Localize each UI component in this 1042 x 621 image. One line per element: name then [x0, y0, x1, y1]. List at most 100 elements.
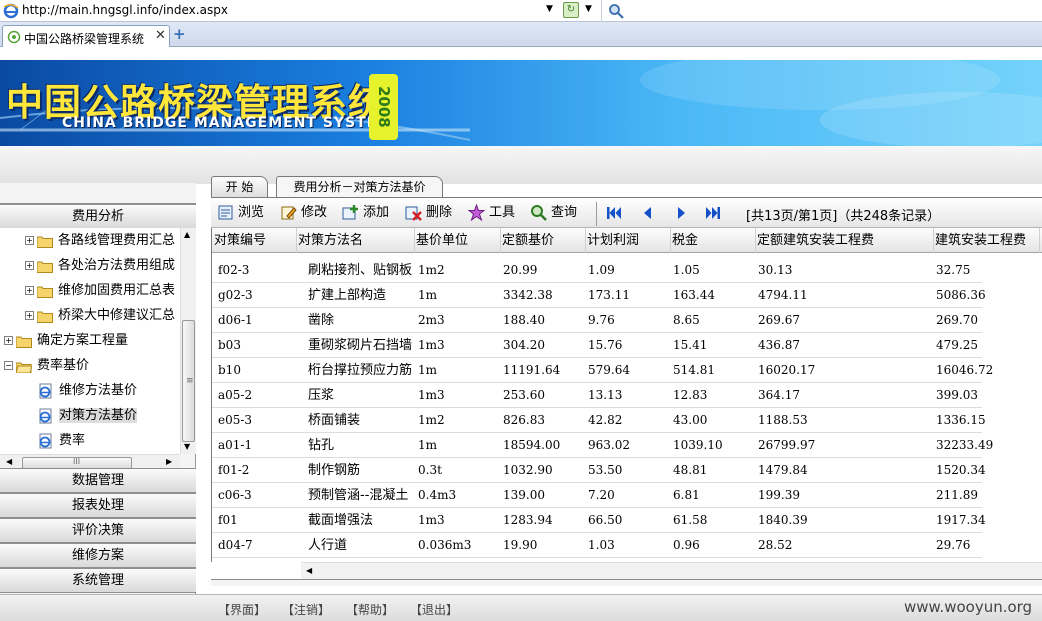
first-page-icon[interactable] — [605, 204, 623, 222]
column-header[interactable]: 税金 — [671, 228, 756, 253]
table-cell: 826.83 — [503, 413, 545, 427]
nav-section[interactable]: 报表处理 — [0, 493, 196, 518]
delete-button[interactable]: 删除 — [405, 204, 452, 222]
column-header[interactable]: 基价单位 — [415, 228, 501, 253]
table-row[interactable]: f01-2 制作钢筋 0.3t 1032.90 53.50 48.81 1479.84 152… — [212, 458, 986, 483]
column-header[interactable]: 对策方法名 — [297, 228, 415, 253]
expand-icon[interactable]: + — [25, 286, 34, 295]
compat-view-icon[interactable]: ↻ — [563, 2, 579, 18]
refresh-dropdown-icon[interactable]: ▼ — [585, 4, 592, 14]
table-row[interactable]: b10 桁台撑拉预应力筋 1m 11191.64 579.64 514.81 16020.1… — [212, 358, 993, 383]
watermark: www.wooyun.org — [904, 598, 1033, 616]
column-header[interactable]: 定额建筑安装工程费 — [756, 228, 934, 253]
browser-tab[interactable]: 中国公路桥梁管理系统 ✕ — [2, 25, 170, 47]
tree-item-label: 确定方案工程量 — [37, 333, 129, 348]
table-cell: 199.39 — [758, 488, 800, 502]
table-cell: 0.96 — [673, 538, 700, 552]
tree-item[interactable]: 对策方法基价 — [38, 406, 138, 426]
collapse-icon[interactable]: − — [4, 361, 13, 370]
column-header[interactable]: 定额基价 — [501, 228, 586, 253]
table-row[interactable]: d04-7 人行道 0.036m3 19.90 1.03 0.96 28.52 29.76 — [212, 533, 982, 558]
table-row[interactable]: c06-3 预制管涵--混凝土 0.4m3 139.00 7.20 6.81 199.39 2… — [212, 483, 982, 508]
column-header[interactable]: 计划利润 — [586, 228, 671, 253]
table-cell: 1283.94 — [503, 513, 553, 527]
table-cell: 1m3 — [418, 513, 445, 527]
table-row[interactable]: b03 重砌浆砌片石挡墙 1m3 304.20 15.76 15.41 436.87 479.… — [212, 333, 982, 358]
table-row[interactable]: d06-1 凿除 2m3 188.40 9.76 8.65 269.67 269.70 — [212, 308, 982, 333]
table-row[interactable]: e05-3 桥面铺装 1m2 826.83 42.82 43.00 1188.53 1336.… — [212, 408, 986, 433]
table-row[interactable]: f01 截面增强法 1m3 1283.94 66.50 61.58 1840.39 1917.… — [212, 508, 986, 533]
table-cell: 32233.49 — [936, 438, 994, 452]
page-icon — [38, 433, 54, 449]
table-cell: d06-1 — [218, 313, 253, 327]
tree-vertical-scrollbar[interactable]: ▲ ≡ ▼ — [180, 228, 196, 454]
scroll-right-icon[interactable]: ▶ — [166, 457, 172, 466]
table-cell: 0.3t — [418, 463, 442, 477]
scroll-up-icon[interactable]: ▲ — [184, 230, 190, 239]
add-button[interactable]: 添加 — [342, 204, 389, 222]
tree-item[interactable]: + 桥梁大中修建议汇总 — [25, 306, 175, 326]
column-header[interactable]: 建筑安装工程费 — [934, 228, 1040, 253]
edit-button[interactable]: 修改 — [280, 204, 327, 222]
browse-button[interactable]: 浏览 — [217, 204, 264, 222]
table-cell: 19.90 — [503, 538, 538, 552]
tree-item[interactable]: 费率 — [38, 431, 85, 451]
tree-item[interactable]: + 各处治方法费用组成 — [25, 256, 175, 276]
url-dropdown-icon[interactable]: ▼ — [546, 4, 553, 14]
tree-item[interactable]: + 维修加固费用汇总表 — [25, 281, 175, 301]
tree-item[interactable]: + 各路线管理费用汇总 — [25, 231, 175, 251]
table-cell: 364.17 — [758, 388, 800, 402]
footer-interface-link[interactable]: 【界面】 — [218, 601, 266, 618]
table-cell: 6.81 — [673, 488, 700, 502]
expand-icon[interactable]: + — [4, 336, 13, 345]
last-page-icon[interactable] — [704, 204, 722, 222]
section-cost-analysis[interactable]: 费用分析 — [0, 204, 196, 229]
tools-button[interactable]: 工具 — [468, 204, 515, 222]
table-cell: 4794.11 — [758, 288, 808, 302]
table-row[interactable]: g02-3 扩建上部构造 1m 3342.38 173.11 163.44 4794.11 5… — [212, 283, 986, 308]
scrollbar-thumb[interactable]: ≡ — [182, 320, 195, 442]
tree-item[interactable]: − 费率基价 — [4, 356, 89, 376]
expand-icon[interactable]: + — [25, 261, 34, 270]
grid-horizontal-scrollbar[interactable]: ◀ — [301, 562, 1042, 579]
url-field[interactable]: http://main.hngsgl.info/index.aspx — [22, 3, 228, 17]
expand-icon[interactable]: + — [25, 236, 34, 245]
table-cell: 制作钢筋 — [308, 463, 361, 478]
close-tab-icon[interactable]: ✕ — [155, 28, 166, 43]
search-icon[interactable] — [608, 3, 624, 19]
grid-toolbar: 浏览 修改 添加 删除 工具 查询 [共13页/第1页]（共248条记录） — [211, 197, 1042, 228]
table-cell: 30.13 — [758, 263, 793, 277]
nav-section[interactable]: 系统管理 — [0, 568, 196, 593]
scroll-left-icon[interactable]: ◀ — [306, 566, 312, 575]
scroll-left-icon[interactable]: ◀ — [6, 457, 12, 466]
new-tab-button[interactable]: + — [173, 25, 186, 43]
table-cell: 9.76 — [588, 313, 615, 327]
nav-section[interactable]: 维修方案 — [0, 543, 196, 568]
nav-tree: + 各路线管理费用汇总 + 各处治方法费用组成 + 维修加固费用汇总表 + 桥梁大中修建议汇总… — [0, 228, 180, 454]
table-row[interactable]: a01-1 钻孔 1m 18594.00 963.02 1039.10 26799.97 32… — [212, 433, 993, 458]
query-button[interactable]: 查询 — [530, 204, 577, 222]
table-cell: 61.58 — [673, 513, 708, 527]
nav-section[interactable]: 数据管理 — [0, 468, 196, 493]
column-header[interactable]: 对策编号 — [213, 228, 297, 253]
tree-item[interactable]: + 确定方案工程量 — [4, 331, 128, 351]
table-row[interactable]: a05-2 压浆 1m3 253.60 13.13 12.83 364.17 399.03 — [212, 383, 982, 408]
table-cell: 20.99 — [503, 263, 538, 277]
tree-item[interactable]: 维修方法基价 — [38, 381, 137, 401]
footer-exit-link[interactable]: 【退出】 — [410, 601, 458, 618]
next-page-icon[interactable] — [672, 204, 690, 222]
table-cell: 1.03 — [588, 538, 615, 552]
folder-open-icon — [15, 360, 33, 373]
tab-start[interactable]: 开 始 — [211, 176, 268, 197]
footer-help-link[interactable]: 【帮助】 — [346, 601, 394, 618]
tab-countermeasure-price[interactable]: 费用分析－对策方法基价 — [276, 176, 443, 197]
table-cell: 514.81 — [673, 363, 715, 377]
nav-section[interactable]: 评价决策 — [0, 518, 196, 543]
footer-logout-link[interactable]: 【注销】 — [282, 601, 330, 618]
table-cell: 173.11 — [588, 288, 630, 302]
scroll-down-icon[interactable]: ▼ — [184, 442, 190, 451]
prev-page-icon[interactable] — [639, 204, 657, 222]
expand-icon[interactable]: + — [25, 311, 34, 320]
table-row[interactable]: f02-3 刷粘接剂、贴钢板 1m2 20.99 1.09 1.05 30.13 32.75 — [212, 258, 982, 283]
table-cell: 1m — [418, 438, 438, 452]
